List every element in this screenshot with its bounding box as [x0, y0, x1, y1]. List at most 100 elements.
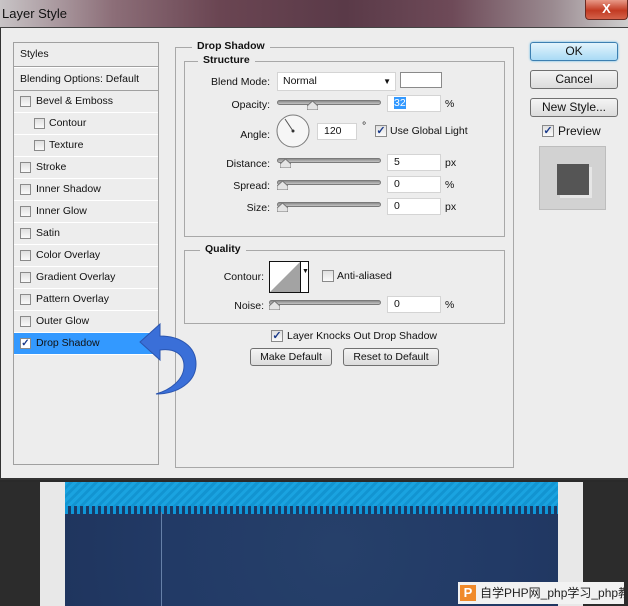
layer-style-dialog: Styles Blending Options: Default Bevel &…: [0, 28, 628, 480]
opacity-input[interactable]: 32: [387, 95, 441, 112]
style-checkbox[interactable]: [20, 162, 31, 173]
style-checkbox[interactable]: [20, 272, 31, 283]
style-item-inner-glow[interactable]: Inner Glow: [14, 201, 158, 223]
style-checkbox[interactable]: [20, 294, 31, 305]
style-item-label: Inner Shadow: [36, 183, 101, 195]
layer-knocks-out-label: Layer Knocks Out Drop Shadow: [287, 330, 437, 342]
use-global-light-label: Use Global Light: [390, 125, 468, 137]
preview-checkbox[interactable]: ✓: [542, 125, 554, 137]
style-checkbox[interactable]: [20, 96, 31, 107]
check-icon: ✓: [376, 125, 386, 137]
shadow-color-swatch[interactable]: [400, 72, 442, 88]
blend-mode-select[interactable]: Normal ▼: [277, 72, 396, 91]
style-item-satin[interactable]: Satin: [14, 223, 158, 245]
style-item-inner-shadow[interactable]: Inner Shadow: [14, 179, 158, 201]
slider-thumb[interactable]: [306, 101, 318, 110]
cancel-button[interactable]: Cancel: [530, 70, 618, 89]
style-checkbox[interactable]: [20, 228, 31, 239]
preview-square: [557, 164, 589, 195]
style-checkbox[interactable]: [20, 316, 31, 327]
curved-arrow-icon: [139, 322, 197, 395]
distance-input[interactable]: 5: [387, 154, 441, 171]
opacity-slider[interactable]: [277, 96, 381, 110]
distance-slider[interactable]: [277, 154, 381, 168]
style-item-stroke[interactable]: Stroke: [14, 157, 158, 179]
new-style-button[interactable]: New Style...: [530, 98, 618, 117]
angle-dial[interactable]: [276, 114, 310, 148]
style-item-pattern-overlay[interactable]: Pattern Overlay: [14, 289, 158, 311]
ok-button[interactable]: OK: [530, 42, 618, 61]
size-input[interactable]: 0: [387, 198, 441, 215]
spread-slider[interactable]: [277, 176, 381, 190]
use-global-light-checkbox[interactable]: ✓: [375, 125, 387, 137]
contour-label: Contour:: [223, 271, 264, 283]
angle-dial-icon: [276, 114, 310, 148]
style-item-texture[interactable]: Texture: [14, 135, 158, 157]
style-item-gradient-overlay[interactable]: Gradient Overlay: [14, 267, 158, 289]
watermark-text: 自学PHP网_php学习_php教: [480, 586, 624, 600]
style-item-label: Drop Shadow: [36, 337, 100, 349]
style-item-contour[interactable]: Contour: [14, 113, 158, 135]
style-item-label: Gradient Overlay: [36, 271, 116, 283]
structure-group: Structure Blend Mode: Normal ▼ Opacity: …: [184, 54, 505, 237]
quality-title: Quality: [200, 243, 246, 255]
style-checkbox[interactable]: [34, 140, 45, 151]
style-checkbox[interactable]: [20, 250, 31, 261]
angle-label: Angle:: [240, 129, 270, 141]
style-item-label: Inner Glow: [36, 205, 87, 217]
preview-label: Preview: [558, 124, 601, 138]
anti-aliased-label: Anti-aliased: [337, 270, 392, 282]
close-button[interactable]: X: [585, 0, 628, 20]
spread-label: Spread:: [233, 180, 270, 192]
reset-to-default-button[interactable]: Reset to Default: [343, 348, 439, 366]
make-default-button[interactable]: Make Default: [250, 348, 332, 366]
size-label: Size:: [246, 202, 270, 214]
check-icon: ✓: [21, 338, 30, 349]
structure-title: Structure: [198, 54, 255, 66]
check-icon: ✓: [543, 125, 553, 137]
watermark: P 自学PHP网_php学习_php教: [458, 582, 624, 604]
slider-thumb[interactable]: [269, 301, 280, 310]
size-unit: px: [445, 201, 457, 213]
style-checkbox[interactable]: [20, 184, 31, 195]
opacity-unit: %: [445, 98, 455, 110]
layer-knocks-out-checkbox[interactable]: ✓: [271, 330, 283, 342]
noise-slider[interactable]: [269, 296, 381, 310]
style-item-label: Texture: [49, 139, 84, 151]
style-item-label: Satin: [36, 227, 60, 239]
watermark-logo-icon: P: [460, 585, 476, 601]
slider-thumb[interactable]: [277, 203, 288, 212]
quality-group: Quality Contour: ▼ Anti-aliased Noise: 0…: [184, 243, 505, 324]
anti-aliased-checkbox[interactable]: [322, 270, 334, 282]
styles-header[interactable]: Styles: [14, 43, 158, 67]
drop-shadow-panel: Drop Shadow Structure Blend Mode: Normal…: [175, 40, 514, 468]
slider-thumb[interactable]: [279, 159, 291, 168]
noise-unit: %: [445, 299, 455, 311]
check-icon: ✓: [272, 330, 282, 342]
size-slider[interactable]: [277, 198, 381, 212]
styles-list: Styles Blending Options: Default Bevel &…: [13, 42, 159, 465]
style-checkbox[interactable]: [20, 206, 31, 217]
slider-thumb[interactable]: [277, 181, 288, 190]
style-item-label: Contour: [49, 117, 87, 129]
title-bar: Layer Style X: [0, 0, 628, 28]
style-checkbox[interactable]: [34, 118, 45, 129]
preview-thumbnail: [539, 146, 606, 210]
spread-input[interactable]: 0: [387, 176, 441, 193]
style-item-bevel-emboss[interactable]: Bevel & Emboss: [14, 91, 158, 113]
angle-input[interactable]: 120: [317, 123, 357, 140]
style-checkbox[interactable]: ✓: [20, 338, 31, 349]
style-item-color-overlay[interactable]: Color Overlay: [14, 245, 158, 267]
distance-label: Distance:: [226, 158, 270, 170]
style-item-label: Color Overlay: [36, 249, 101, 261]
style-item-label: Outer Glow: [36, 315, 90, 327]
blending-options-item[interactable]: Blending Options: Default: [14, 67, 158, 91]
contour-picker[interactable]: ▼: [269, 261, 309, 293]
opacity-label: Opacity:: [231, 99, 270, 111]
style-item-label: Bevel & Emboss: [36, 95, 114, 107]
noise-input[interactable]: 0: [387, 296, 441, 313]
chevron-down-icon: ▼: [302, 268, 309, 275]
noise-label: Noise:: [234, 300, 264, 312]
window-title: Layer Style: [2, 6, 68, 21]
style-item-label: Pattern Overlay: [36, 293, 109, 305]
